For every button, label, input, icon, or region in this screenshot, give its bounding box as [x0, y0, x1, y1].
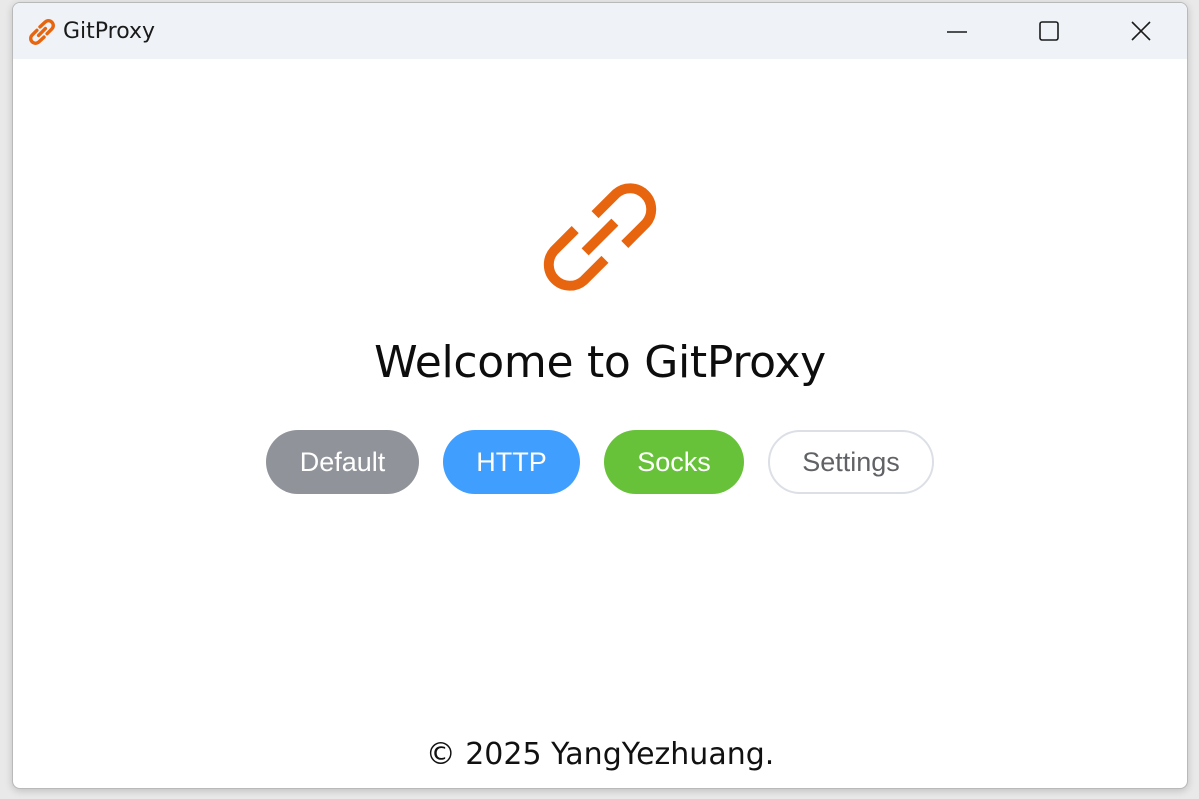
- minimize-button[interactable]: [911, 3, 1003, 59]
- title-bar[interactable]: GitProxy: [13, 3, 1187, 59]
- app-window: GitProxy Welcome to GitProxy Default HTT…: [12, 2, 1188, 789]
- chain-link-icon: [543, 183, 657, 291]
- maximize-icon: [1039, 21, 1059, 41]
- settings-button[interactable]: Settings: [768, 430, 934, 494]
- close-button[interactable]: [1095, 3, 1187, 59]
- welcome-heading: Welcome to GitProxy: [374, 337, 826, 388]
- http-button[interactable]: HTTP: [443, 430, 580, 494]
- close-icon: [1131, 21, 1151, 41]
- minimize-icon: [947, 31, 967, 33]
- proxy-mode-buttons: Default HTTP Socks Settings: [13, 430, 1187, 494]
- maximize-button[interactable]: [1003, 3, 1095, 59]
- window-title: GitProxy: [63, 19, 156, 44]
- chain-link-icon: [29, 19, 55, 45]
- socks-button[interactable]: Socks: [604, 430, 744, 494]
- copyright-footer: © 2025 YangYezhuang.: [425, 737, 775, 772]
- default-button[interactable]: Default: [266, 430, 419, 494]
